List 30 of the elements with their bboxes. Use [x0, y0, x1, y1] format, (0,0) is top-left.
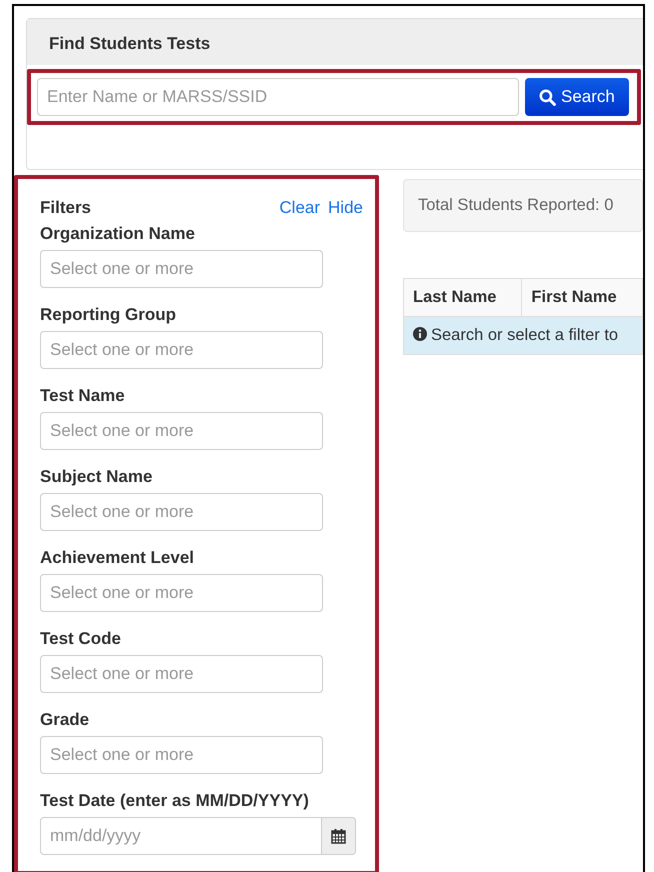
field-label: Achievement Level [40, 546, 196, 568]
search-field[interactable]: Enter Name or MARSS/SSID [37, 78, 519, 116]
field-label: Test Name [40, 384, 126, 406]
search-icon [539, 88, 556, 106]
filters-title: Filters [40, 197, 92, 219]
date-field[interactable]: mm/dd/yyyy [40, 816, 322, 854]
field-label: Test Code [40, 628, 122, 650]
select-field[interactable]: Select one or more [40, 492, 323, 530]
column-header: First Name [522, 278, 642, 316]
filter-link[interactable]: Hide [328, 195, 363, 220]
select-field[interactable]: Select one or more [40, 736, 323, 774]
select-field[interactable]: Select one or more [40, 250, 323, 288]
info-icon [413, 326, 427, 341]
calendar-icon [331, 828, 346, 844]
field-label: Grade [40, 708, 90, 730]
field-label: Subject Name [40, 466, 154, 488]
select-field[interactable]: Select one or more [40, 574, 323, 612]
panel-title: Find Students Tests [27, 19, 643, 65]
select-field[interactable]: Select one or more [40, 654, 323, 692]
info-message: Search or select a filter to [431, 326, 618, 344]
select-field[interactable]: Select one or more [40, 330, 323, 368]
column-header: Last Name [404, 278, 522, 316]
summary-text: Total Students Reported: 0 [403, 179, 643, 232]
select-field[interactable]: Select one or more [40, 412, 323, 450]
field-label: Reporting Group [40, 304, 177, 326]
filter-link[interactable]: Clear [279, 195, 320, 220]
calendar-button[interactable] [322, 816, 356, 854]
search-button[interactable]: Search [525, 78, 629, 116]
field-label: Test Date (enter as MM/DD/YYYY) [40, 790, 310, 812]
field-label: Organization Name [40, 222, 196, 245]
